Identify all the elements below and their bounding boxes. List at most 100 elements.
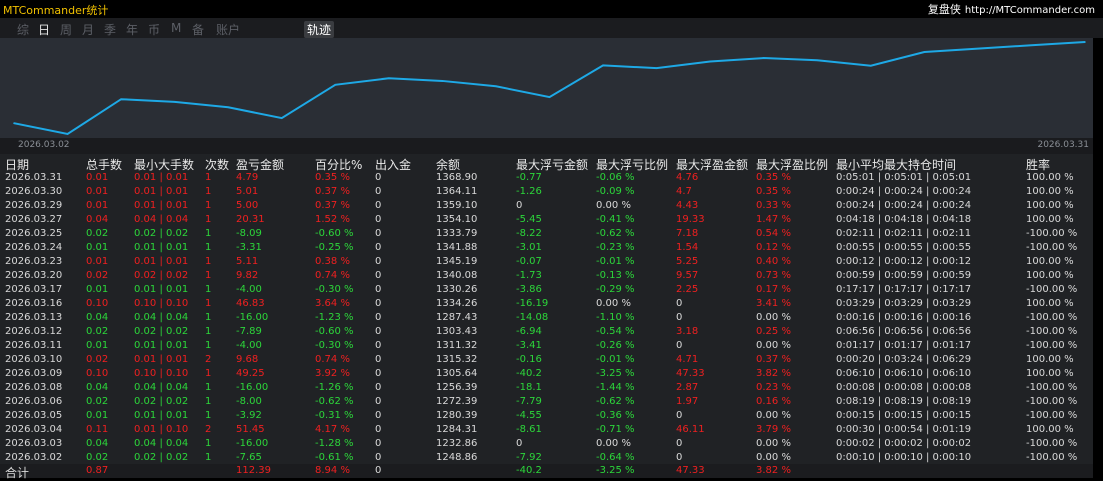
- cell-col-4: 49.25: [236, 368, 265, 379]
- cell-col-9: -3.25 %: [596, 368, 635, 379]
- cell-col-13: 100.00 %: [1026, 368, 1074, 379]
- total-max-float-profit-pct: 3.82 %: [756, 465, 791, 476]
- cell-col-12: 0:00:30 | 0:00:54 | 0:01:19: [836, 424, 972, 435]
- tab-4[interactable]: 季: [104, 21, 116, 38]
- cell-col-5: 0.74 %: [315, 354, 350, 365]
- cell-col-10: 9.57: [676, 270, 699, 281]
- app-title: MTCommander统计: [3, 4, 109, 17]
- table-row[interactable]: 2026.03.31 0.01 0.01 | 0.01 1 4.79 0.35 % 0 136…: [0, 171, 1103, 185]
- cell-col-10: 19.33: [676, 214, 705, 225]
- scrollbar[interactable]: [1093, 38, 1103, 478]
- cell-col-4: 9.82: [236, 270, 259, 281]
- cell-col-1: 0.01: [86, 340, 109, 351]
- cell-col-7: 1248.86: [436, 452, 478, 463]
- table-row[interactable]: 2026.03.06 0.02 0.02 | 0.02 1 -8.00 -0.62 % 0 1…: [0, 395, 1103, 409]
- table-row[interactable]: 2026.03.25 0.02 0.02 | 0.02 1 -8.09 -0.60 % 0 1…: [0, 227, 1103, 241]
- cell-col-11: 0.12 %: [756, 242, 791, 253]
- tab-10[interactable]: 轨迹: [304, 21, 335, 38]
- cell-col-0: 2026.03.04: [5, 424, 63, 435]
- table-row[interactable]: 2026.03.04 0.11 0.01 | 0.10 2 51.45 4.17 % 0 12…: [0, 423, 1103, 437]
- cell-col-1: 0.02: [86, 396, 109, 407]
- cell-col-4: -16.00: [236, 382, 269, 393]
- cell-col-4: 9.68: [236, 354, 259, 365]
- cell-col-7: 1272.39: [436, 396, 478, 407]
- cell-col-9: -0.36 %: [596, 410, 635, 421]
- cell-col-5: -0.30 %: [315, 284, 354, 295]
- table-row[interactable]: 2026.03.27 0.04 0.04 | 0.04 1 20.31 1.52 % 0 13…: [0, 213, 1103, 227]
- table-row[interactable]: 2026.03.10 0.02 0.01 | 0.01 2 9.68 0.74 % 0 131…: [0, 353, 1103, 367]
- table-row[interactable]: 2026.03.13 0.04 0.04 | 0.04 1 -16.00 -1.23 % 0…: [0, 311, 1103, 325]
- cell-col-8: -40.2: [516, 368, 542, 379]
- cell-col-3: 1: [205, 312, 212, 323]
- cell-col-10: 47.33: [676, 368, 705, 379]
- equity-point-9: [495, 85, 497, 88]
- table-row[interactable]: 2026.03.17 0.01 0.01 | 0.01 1 -4.00 -0.30 % 0 1…: [0, 283, 1103, 297]
- table-row[interactable]: 2026.03.03 0.04 0.04 | 0.04 1 -16.00 -1.28 % 0…: [0, 437, 1103, 451]
- table-row[interactable]: 2026.03.30 0.01 0.01 | 0.01 1 5.01 0.37 % 0 136…: [0, 185, 1103, 199]
- cell-col-11: 3.41 %: [756, 298, 791, 309]
- total-flow: 0: [375, 465, 382, 476]
- cell-col-6: 0: [375, 424, 382, 435]
- table-row[interactable]: 2026.03.29 0.01 0.01 | 0.01 1 5.00 0.37 % 0 135…: [0, 199, 1103, 213]
- cell-col-4: 51.45: [236, 424, 265, 435]
- brand-url[interactable]: http://MTCommander.com: [965, 5, 1095, 16]
- cell-col-8: -1.73: [516, 270, 542, 281]
- cell-col-6: 0: [375, 186, 382, 197]
- cell-col-10: 3.18: [676, 326, 699, 337]
- table-row[interactable]: 2026.03.02 0.02 0.02 | 0.02 1 -7.65 -0.61 % 0 1…: [0, 451, 1103, 465]
- tab-0[interactable]: 综: [17, 21, 29, 38]
- equity-point-16: [870, 64, 872, 67]
- cell-col-2: 0.02 | 0.02: [134, 396, 189, 407]
- cell-col-2: 0.01 | 0.01: [134, 200, 189, 211]
- cell-col-2: 0.04 | 0.04: [134, 382, 189, 393]
- tab-9[interactable]: 账户: [216, 21, 240, 38]
- cell-col-5: 4.17 %: [315, 424, 350, 435]
- cell-col-1: 0.02: [86, 228, 109, 239]
- tab-2[interactable]: 周: [60, 21, 72, 38]
- tab-8[interactable]: 备: [192, 21, 204, 38]
- cell-col-10: 2.87: [676, 382, 699, 393]
- cell-col-2: 0.04 | 0.04: [134, 312, 189, 323]
- tab-1[interactable]: 日: [38, 21, 50, 38]
- cell-col-6: 0: [375, 340, 382, 351]
- cell-col-9: -0.01 %: [596, 354, 635, 365]
- cell-col-3: 1: [205, 452, 212, 463]
- cell-col-4: 46.83: [236, 298, 265, 309]
- cell-col-1: 0.02: [86, 452, 109, 463]
- table-row[interactable]: 2026.03.09 0.10 0.10 | 0.10 1 49.25 3.92 % 0 13…: [0, 367, 1103, 381]
- tab-5[interactable]: 年: [126, 21, 138, 38]
- table-row[interactable]: 2026.03.16 0.10 0.10 | 0.10 1 46.83 3.64 % 0 13…: [0, 297, 1103, 311]
- table-row[interactable]: 2026.03.24 0.01 0.01 | 0.01 1 -3.31 -0.25 % 0 1…: [0, 241, 1103, 255]
- cell-col-13: -100.00 %: [1026, 382, 1078, 393]
- cell-col-13: -100.00 %: [1026, 410, 1078, 421]
- tab-7[interactable]: M: [171, 21, 181, 35]
- brand-link[interactable]: 复盘侠 http://MTCommander.com: [928, 1, 1095, 17]
- cell-col-1: 0.04: [86, 214, 109, 225]
- cell-col-13: 100.00 %: [1026, 270, 1074, 281]
- cell-col-8: -14.08: [516, 312, 549, 323]
- equity-point-19: [1030, 44, 1033, 47]
- cell-col-9: -0.62 %: [596, 228, 635, 239]
- table-row[interactable]: 2026.03.23 0.01 0.01 | 0.01 1 5.11 0.38 % 0 134…: [0, 255, 1103, 269]
- cell-col-6: 0: [375, 354, 382, 365]
- cell-col-1: 0.02: [86, 326, 109, 337]
- tab-3[interactable]: 月: [82, 21, 94, 38]
- cell-col-5: -0.30 %: [315, 340, 354, 351]
- tab-6[interactable]: 币: [148, 21, 160, 38]
- cell-col-10: 1.54: [676, 242, 699, 253]
- table-row[interactable]: 2026.03.20 0.02 0.02 | 0.02 1 9.82 0.74 % 0 134…: [0, 269, 1103, 283]
- cell-col-11: 0.16 %: [756, 396, 791, 407]
- table-row[interactable]: 2026.03.08 0.04 0.04 | 0.04 1 -16.00 -1.26 % 0…: [0, 381, 1103, 395]
- table-row[interactable]: 2026.03.05 0.01 0.01 | 0.01 1 -3.92 -0.31 % 0 1…: [0, 409, 1103, 423]
- cell-col-9: -0.62 %: [596, 396, 635, 407]
- cell-col-11: 3.82 %: [756, 368, 791, 379]
- cell-col-3: 1: [205, 326, 212, 337]
- table-row[interactable]: 2026.03.12 0.02 0.02 | 0.02 1 -7.89 -0.60 % 0 1…: [0, 325, 1103, 339]
- cell-col-4: -16.00: [236, 312, 269, 323]
- cell-col-4: -3.92: [236, 410, 262, 421]
- table-row[interactable]: 2026.03.11 0.01 0.01 | 0.01 1 -4.00 -0.30 % 0 1…: [0, 339, 1103, 353]
- equity-point-13: [709, 60, 711, 63]
- cell-col-6: 0: [375, 284, 382, 295]
- cell-col-3: 1: [205, 438, 212, 449]
- cell-col-6: 0: [375, 396, 382, 407]
